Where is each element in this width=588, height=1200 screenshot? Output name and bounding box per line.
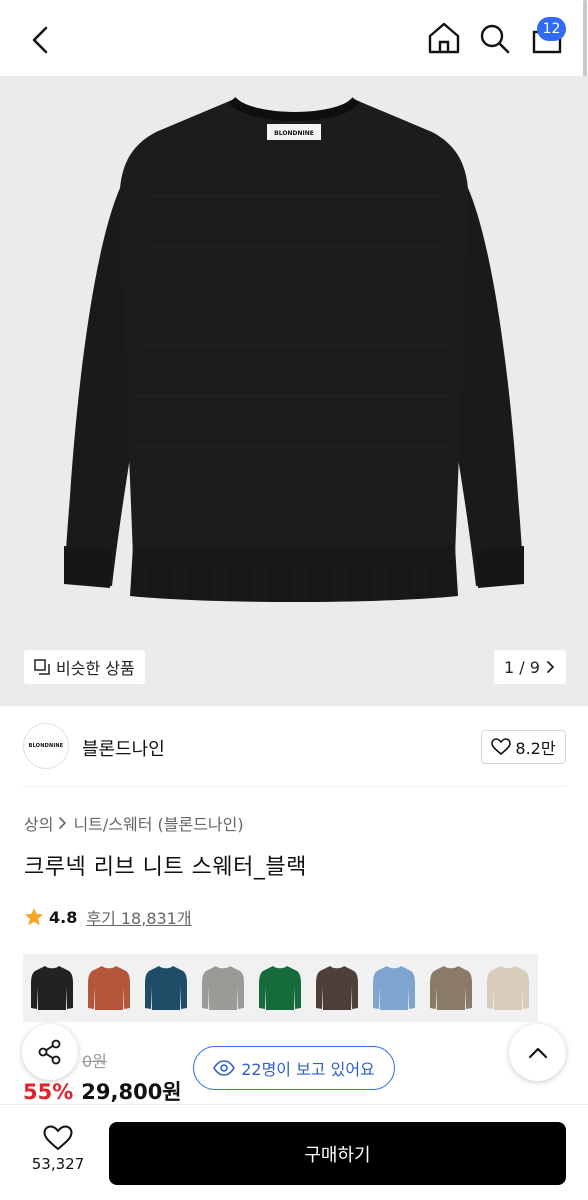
- sweater-thumbnail-icon: [430, 966, 472, 1010]
- color-swatch[interactable]: [255, 958, 305, 1018]
- sweater-thumbnail-icon: [202, 966, 244, 1010]
- brand-name[interactable]: 블론드나인: [82, 735, 165, 761]
- chevron-right-icon: [547, 661, 555, 673]
- divider: [23, 786, 566, 787]
- similar-products-button[interactable]: 비슷한 상품: [24, 650, 145, 684]
- price-row: 55% 29,800원: [23, 1076, 182, 1106]
- bottom-action-bar: 53,327 구매하기: [0, 1104, 588, 1200]
- breadcrumb: 상의 니트/스웨터 (블론드나인): [24, 811, 244, 835]
- sweater-thumbnail-icon: [487, 966, 529, 1010]
- sweater-thumbnail-icon: [259, 966, 301, 1010]
- chevron-right-icon: [59, 817, 67, 829]
- breadcrumb-item[interactable]: 상의: [24, 811, 53, 835]
- chevron-up-icon: [528, 1047, 547, 1058]
- heart-icon: [491, 738, 512, 756]
- color-swatch[interactable]: [84, 958, 134, 1018]
- color-swatch[interactable]: [483, 958, 533, 1018]
- sweater-thumbnail-icon: [88, 966, 130, 1010]
- sweater-thumbnail-icon: [31, 966, 73, 1010]
- copy-icon: [34, 659, 50, 675]
- color-swatch[interactable]: [141, 958, 191, 1018]
- heart-icon: [43, 1125, 73, 1151]
- breadcrumb-item[interactable]: 니트/스웨터 (블론드나인): [73, 811, 243, 835]
- star-icon: [25, 908, 43, 926]
- product-image-carousel[interactable]: BLONDNINE 비슷한 상품 1 / 9: [0, 76, 588, 706]
- sale-price: 29,800원: [81, 1080, 182, 1104]
- rating-row: 4.8 후기 18,831개: [24, 905, 192, 929]
- search-button[interactable]: [474, 18, 514, 58]
- share-icon: [38, 1039, 61, 1065]
- live-viewers-pill: 22명이 보고 있어요: [193, 1046, 395, 1090]
- original-price: 0원: [82, 1052, 107, 1071]
- color-swatch[interactable]: [198, 958, 248, 1018]
- rating-score: 4.8: [49, 907, 78, 927]
- buy-button[interactable]: 구매하기: [109, 1122, 566, 1185]
- eye-icon: [213, 1060, 236, 1076]
- sweater-thumbnail-icon: [316, 966, 358, 1010]
- image-page-indicator[interactable]: 1 / 9: [494, 650, 566, 684]
- share-button[interactable]: [22, 1024, 78, 1080]
- brand-like-count: 8.2만: [515, 739, 556, 758]
- sweater-thumbnail-icon: [373, 966, 415, 1010]
- wishlist-button[interactable]: 53,327: [16, 1125, 100, 1181]
- similar-products-label: 비슷한 상품: [56, 659, 135, 678]
- live-viewers-text: 22명이 보고 있어요: [241, 1060, 375, 1079]
- brand-row: BLONDNINE 블론드나인 8.2만: [0, 706, 588, 788]
- reviews-link[interactable]: 후기 18,831개: [86, 905, 191, 929]
- cart-count-badge: 12: [537, 17, 566, 41]
- search-icon: [480, 24, 510, 54]
- brand-logo-text: BLONDNINE: [28, 743, 64, 749]
- product-title: 크루넥 리브 니트 스웨터_블랙: [24, 855, 307, 880]
- color-swatch-list: [23, 954, 538, 1022]
- product-image: BLONDNINE: [64, 96, 524, 602]
- sweater-thumbnail-icon: [145, 966, 187, 1010]
- home-button[interactable]: [424, 18, 464, 58]
- color-swatch[interactable]: [369, 958, 419, 1018]
- chevron-left-icon: [32, 26, 48, 54]
- brand-logo[interactable]: BLONDNINE: [23, 723, 69, 769]
- back-button[interactable]: [22, 20, 62, 60]
- brand-like-button[interactable]: 8.2만: [481, 730, 566, 764]
- top-nav-bar: 12: [0, 0, 588, 76]
- scroll-to-top-button[interactable]: [509, 1024, 566, 1081]
- discount-rate: 55%: [23, 1080, 74, 1104]
- wishlist-count: 53,327: [31, 1155, 85, 1173]
- product-label-text: BLONDNINE: [274, 130, 314, 137]
- home-icon: [428, 22, 460, 54]
- color-swatch[interactable]: [426, 958, 476, 1018]
- color-swatch[interactable]: [27, 958, 77, 1018]
- color-swatch[interactable]: [312, 958, 362, 1018]
- page-indicator-text: 1 / 9: [504, 657, 540, 677]
